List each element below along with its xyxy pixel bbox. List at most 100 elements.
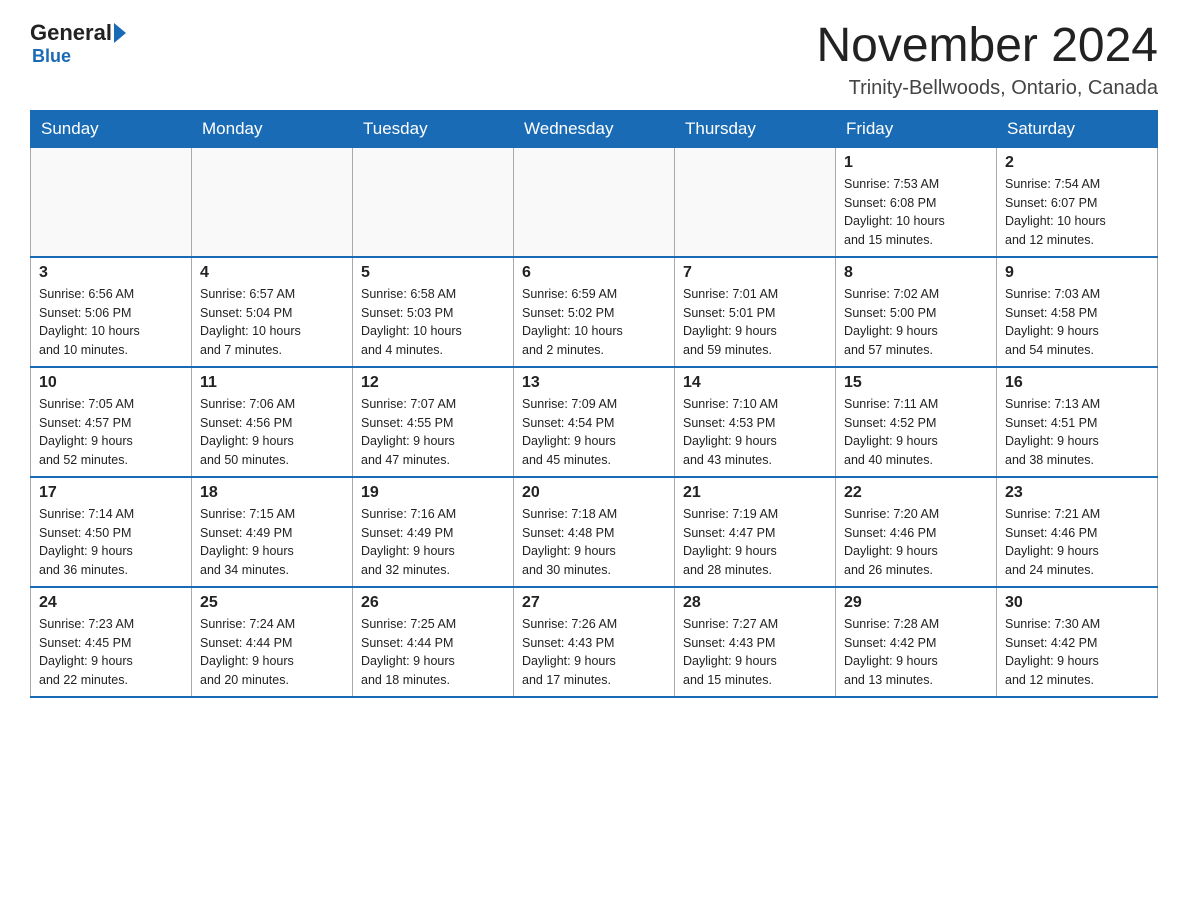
calendar-header-wednesday: Wednesday (514, 110, 675, 147)
calendar-cell: 6Sunrise: 6:59 AMSunset: 5:02 PMDaylight… (514, 257, 675, 367)
calendar-cell: 19 Sunrise: 7:16 AMSunset: 4:49 PMDayligh… (353, 477, 514, 587)
calendar-cell: 25 Sunrise: 7:24 AMSunset: 4:44 PMDayligh… (192, 587, 353, 697)
day-info: Sunrise: 7:24 AMSunset: 4:44 PMDaylight:… (200, 615, 344, 690)
calendar-cell: 20 Sunrise: 7:18 AMSunset: 4:48 PMDayligh… (514, 477, 675, 587)
day-number: 16 (1005, 374, 1149, 392)
calendar-cell: 13 Sunrise: 7:09 AMSunset: 4:54 PMDayligh… (514, 367, 675, 477)
calendar-table: SundayMondayTuesdayWednesdayThursdayFrid… (30, 110, 1158, 698)
calendar-header-row: SundayMondayTuesdayWednesdayThursdayFrid… (31, 110, 1158, 147)
calendar-cell: 7 Sunrise: 7:01 AMSunset: 5:01 PMDaylight… (675, 257, 836, 367)
day-info: Sunrise: 7:19 AMSunset: 4:47 PMDaylight:… (683, 505, 827, 580)
day-info: Sunrise: 7:06 AMSunset: 4:56 PMDaylight:… (200, 395, 344, 470)
day-number: 18 (200, 484, 344, 502)
day-info: Sunrise: 6:58 AMSunset: 5:03 PMDaylight:… (361, 285, 505, 360)
calendar-cell: 2 Sunrise: 7:54 AMSunset: 6:07 PMDaylight… (997, 147, 1158, 257)
calendar-cell: 4Sunrise: 6:57 AMSunset: 5:04 PMDaylight… (192, 257, 353, 367)
calendar-header-monday: Monday (192, 110, 353, 147)
day-number: 7 (683, 264, 827, 282)
day-info: Sunrise: 7:25 AMSunset: 4:44 PMDaylight:… (361, 615, 505, 690)
day-number: 6 (522, 264, 666, 282)
calendar-cell: 22Sunrise: 7:20 AMSunset: 4:46 PMDayligh… (836, 477, 997, 587)
day-number: 17 (39, 484, 183, 502)
day-number: 8 (844, 264, 988, 282)
day-number: 10 (39, 374, 183, 392)
day-number: 5 (361, 264, 505, 282)
calendar-cell: 27Sunrise: 7:26 AMSunset: 4:43 PMDayligh… (514, 587, 675, 697)
day-number: 9 (1005, 264, 1149, 282)
day-info: Sunrise: 7:30 AMSunset: 4:42 PMDaylight:… (1005, 615, 1149, 690)
day-number: 1 (844, 154, 988, 172)
calendar-header-tuesday: Tuesday (353, 110, 514, 147)
day-number: 12 (361, 374, 505, 392)
day-info: Sunrise: 7:15 AMSunset: 4:49 PMDaylight:… (200, 505, 344, 580)
day-number: 29 (844, 594, 988, 612)
calendar-cell: 29 Sunrise: 7:28 AMSunset: 4:42 PMDayligh… (836, 587, 997, 697)
day-number: 15 (844, 374, 988, 392)
day-info: Sunrise: 7:21 AMSunset: 4:46 PMDaylight:… (1005, 505, 1149, 580)
calendar-cell: 18 Sunrise: 7:15 AMSunset: 4:49 PMDayligh… (192, 477, 353, 587)
calendar-cell: 8 Sunrise: 7:02 AMSunset: 5:00 PMDaylight… (836, 257, 997, 367)
day-info: Sunrise: 7:01 AMSunset: 5:01 PMDaylight:… (683, 285, 827, 360)
calendar-cell (514, 147, 675, 257)
day-number: 11 (200, 374, 344, 392)
calendar-cell (31, 147, 192, 257)
calendar-header-friday: Friday (836, 110, 997, 147)
logo-triangle-icon (114, 23, 126, 43)
calendar-cell: 14Sunrise: 7:10 AMSunset: 4:53 PMDayligh… (675, 367, 836, 477)
calendar-cell: 28 Sunrise: 7:27 AMSunset: 4:43 PMDayligh… (675, 587, 836, 697)
day-number: 23 (1005, 484, 1149, 502)
calendar-header-saturday: Saturday (997, 110, 1158, 147)
day-info: Sunrise: 7:05 AMSunset: 4:57 PMDaylight:… (39, 395, 183, 470)
day-number: 2 (1005, 154, 1149, 172)
day-number: 24 (39, 594, 183, 612)
calendar-cell: 5 Sunrise: 6:58 AMSunset: 5:03 PMDaylight… (353, 257, 514, 367)
day-info: Sunrise: 7:16 AMSunset: 4:49 PMDaylight:… (361, 505, 505, 580)
calendar-cell: 9 Sunrise: 7:03 AMSunset: 4:58 PMDaylight… (997, 257, 1158, 367)
calendar-cell: 11 Sunrise: 7:06 AMSunset: 4:56 PMDayligh… (192, 367, 353, 477)
day-number: 19 (361, 484, 505, 502)
logo-blue: Blue (32, 46, 71, 66)
calendar-cell: 30 Sunrise: 7:30 AMSunset: 4:42 PMDayligh… (997, 587, 1158, 697)
calendar-cell: 17 Sunrise: 7:14 AMSunset: 4:50 PMDayligh… (31, 477, 192, 587)
day-number: 20 (522, 484, 666, 502)
day-number: 22 (844, 484, 988, 502)
calendar-cell: 23 Sunrise: 7:21 AMSunset: 4:46 PMDayligh… (997, 477, 1158, 587)
day-info: Sunrise: 7:53 AMSunset: 6:08 PMDaylight:… (844, 175, 988, 250)
day-number: 25 (200, 594, 344, 612)
day-info: Sunrise: 7:09 AMSunset: 4:54 PMDaylight:… (522, 395, 666, 470)
calendar-cell: 1 Sunrise: 7:53 AMSunset: 6:08 PMDaylight… (836, 147, 997, 257)
day-info: Sunrise: 7:23 AMSunset: 4:45 PMDaylight:… (39, 615, 183, 690)
day-info: Sunrise: 7:54 AMSunset: 6:07 PMDaylight:… (1005, 175, 1149, 250)
day-info: Sunrise: 7:18 AMSunset: 4:48 PMDaylight:… (522, 505, 666, 580)
calendar-cell: 16Sunrise: 7:13 AMSunset: 4:51 PMDayligh… (997, 367, 1158, 477)
day-number: 3 (39, 264, 183, 282)
title-block: November 2024 Trinity-Bellwoods, Ontario… (816, 20, 1158, 100)
calendar-cell: 24 Sunrise: 7:23 AMSunset: 4:45 PMDayligh… (31, 587, 192, 697)
day-info: Sunrise: 7:27 AMSunset: 4:43 PMDaylight:… (683, 615, 827, 690)
day-info: Sunrise: 7:03 AMSunset: 4:58 PMDaylight:… (1005, 285, 1149, 360)
calendar-week-row: 10 Sunrise: 7:05 AMSunset: 4:57 PMDayligh… (31, 367, 1158, 477)
day-number: 13 (522, 374, 666, 392)
day-number: 14 (683, 374, 827, 392)
calendar-week-row: 24 Sunrise: 7:23 AMSunset: 4:45 PMDayligh… (31, 587, 1158, 697)
calendar-week-row: 3 Sunrise: 6:56 AMSunset: 5:06 PMDaylight… (31, 257, 1158, 367)
calendar-cell: 26 Sunrise: 7:25 AMSunset: 4:44 PMDayligh… (353, 587, 514, 697)
calendar-week-row: 17 Sunrise: 7:14 AMSunset: 4:50 PMDayligh… (31, 477, 1158, 587)
day-info: Sunrise: 7:28 AMSunset: 4:42 PMDaylight:… (844, 615, 988, 690)
calendar-header-thursday: Thursday (675, 110, 836, 147)
page-header: General Blue November 2024 Trinity-Bellw… (30, 20, 1158, 100)
day-info: Sunrise: 6:56 AMSunset: 5:06 PMDaylight:… (39, 285, 183, 360)
day-info: Sunrise: 7:07 AMSunset: 4:55 PMDaylight:… (361, 395, 505, 470)
calendar-cell: 21 Sunrise: 7:19 AMSunset: 4:47 PMDayligh… (675, 477, 836, 587)
day-number: 26 (361, 594, 505, 612)
day-number: 30 (1005, 594, 1149, 612)
calendar-cell: 10 Sunrise: 7:05 AMSunset: 4:57 PMDayligh… (31, 367, 192, 477)
calendar-week-row: 1 Sunrise: 7:53 AMSunset: 6:08 PMDaylight… (31, 147, 1158, 257)
day-info: Sunrise: 7:14 AMSunset: 4:50 PMDaylight:… (39, 505, 183, 580)
calendar-cell (192, 147, 353, 257)
day-number: 21 (683, 484, 827, 502)
day-number: 28 (683, 594, 827, 612)
day-info: Sunrise: 7:02 AMSunset: 5:00 PMDaylight:… (844, 285, 988, 360)
day-info: Sunrise: 7:26 AMSunset: 4:43 PMDaylight:… (522, 615, 666, 690)
day-number: 4 (200, 264, 344, 282)
